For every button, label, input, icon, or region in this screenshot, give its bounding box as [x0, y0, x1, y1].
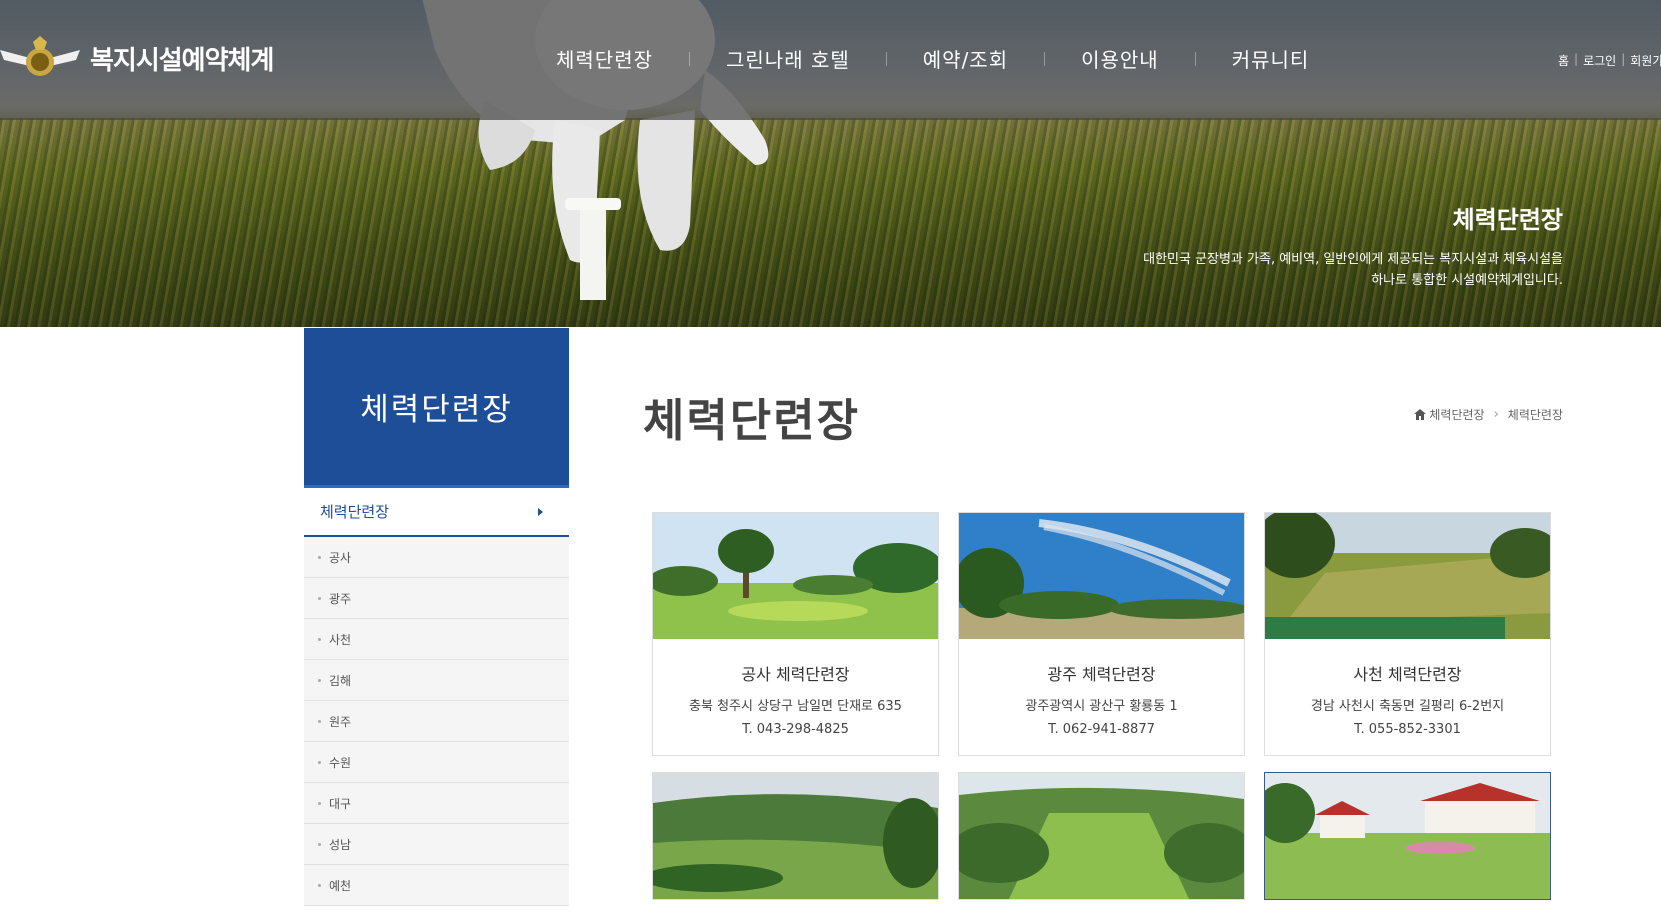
breadcrumb-level-1[interactable]: 체력단련장 [1429, 406, 1484, 423]
sidebar-active-label: 체력단련장 [320, 503, 390, 521]
caret-right-icon [538, 507, 543, 516]
sidebar-item-gongsa[interactable]: 공사 [304, 537, 569, 578]
facility-address: 충북 청주시 상당구 남일면 단재로 635 [689, 699, 902, 714]
sidebar: 체력단련장 체력단련장 공사 광주 사천 김해 원주 수원 대구 성남 예천 [304, 328, 569, 906]
hero-title: 체력단련장 [1452, 206, 1563, 234]
sidebar-active-item[interactable]: 체력단련장 [304, 485, 569, 537]
site-brand-name[interactable]: 복지시설예약체계 [90, 40, 274, 77]
facility-phone: T. 062-941-8877 [1048, 722, 1155, 737]
hero-description-line-1: 대한민국 군장병과 가족, 예비역, 일반인에게 제공되는 복지시설과 체육시설… [1143, 252, 1563, 267]
nav-greennarae-hotel[interactable]: 그린나래 호텔 [690, 44, 886, 73]
sidebar-item-gwangju[interactable]: 광주 [304, 578, 569, 619]
hero-description-line-2: 하나로 통합한 시설예약체계입니다. [1371, 273, 1563, 288]
air-force-emblem-icon[interactable] [0, 36, 80, 82]
sidebar-submenu: 공사 광주 사천 김해 원주 수원 대구 성남 예천 [304, 537, 569, 906]
sidebar-item-sacheon[interactable]: 사천 [304, 619, 569, 660]
sidebar-item-daegu[interactable]: 대구 [304, 783, 569, 824]
sidebar-item-yecheon[interactable]: 예천 [304, 865, 569, 906]
nav-reservation-lookup[interactable]: 예약/조회 [887, 44, 1044, 73]
nav-community[interactable]: 커뮤니티 [1196, 44, 1346, 73]
home-link[interactable]: 홈 [1558, 52, 1569, 69]
facility-card-suwon[interactable] [1264, 772, 1551, 900]
sidebar-title: 체력단련장 [304, 328, 569, 485]
golf-course-photo [653, 513, 938, 639]
facility-name: 공사 체력단련장 [741, 665, 850, 684]
golf-course-photo [1265, 773, 1550, 899]
breadcrumb-level-2[interactable]: 체력단련장 [1508, 406, 1563, 423]
home-icon[interactable] [1414, 409, 1427, 420]
nav-usage-guide[interactable]: 이용안내 [1045, 44, 1195, 73]
main-navigation: 체력단련장 그린나래 호텔 예약/조회 이용안내 커뮤니티 [520, 44, 1345, 73]
facility-name: 광주 체력단련장 [1047, 665, 1156, 684]
utility-links: 홈 | 로그인 | 회원가 [1558, 52, 1661, 69]
golf-course-photo [1265, 513, 1550, 639]
login-link[interactable]: 로그인 [1583, 52, 1616, 69]
facility-address: 광주광역시 광산구 황룡동 1 [1025, 699, 1178, 714]
chevron-right-icon: › [1493, 407, 1499, 422]
breadcrumb: 체력단련장 › 체력단련장 [1414, 406, 1563, 423]
hero-caption: 체력단련장 대한민국 군장병과 가족, 예비역, 일반인에게 제공되는 복지시설… [1143, 200, 1563, 291]
signup-link[interactable]: 회원가 [1630, 52, 1661, 69]
sidebar-item-suwon[interactable]: 수원 [304, 742, 569, 783]
facility-card-sacheon[interactable]: 사천 체력단련장 경남 사천시 축동면 길평리 6-2번지 T. 055-852… [1264, 512, 1551, 756]
facility-card-gongsa[interactable]: 공사 체력단련장 충북 청주시 상당구 남일면 단재로 635 T. 043-2… [652, 512, 939, 756]
facility-card-wonju[interactable] [958, 772, 1245, 900]
facility-card-gwangju[interactable]: 광주 체력단련장 광주광역시 광산구 황룡동 1 T. 062-941-8877 [958, 512, 1245, 756]
hero-banner: 복지시설예약체계 체력단련장 그린나래 호텔 예약/조회 이용안내 커뮤니티 홈… [0, 0, 1661, 327]
facility-phone: T. 055-852-3301 [1354, 722, 1461, 737]
sidebar-item-wonju[interactable]: 원주 [304, 701, 569, 742]
top-navigation-bar: 복지시설예약체계 체력단련장 그린나래 호텔 예약/조회 이용안내 커뮤니티 홈… [0, 0, 1661, 120]
facility-phone: T. 043-298-4825 [742, 722, 849, 737]
sidebar-item-seongnam[interactable]: 성남 [304, 824, 569, 865]
facility-address: 경남 사천시 축동면 길평리 6-2번지 [1310, 699, 1505, 714]
sidebar-item-gimhae[interactable]: 김해 [304, 660, 569, 701]
golf-course-photo [959, 773, 1244, 899]
golf-course-photo [959, 513, 1244, 639]
golf-course-photo [653, 773, 938, 899]
nav-fitness-center[interactable]: 체력단련장 [520, 44, 689, 73]
facility-card-gimhae[interactable] [652, 772, 939, 900]
page-title: 체력단련장 [643, 394, 861, 447]
facility-name: 사천 체력단련장 [1353, 665, 1462, 684]
